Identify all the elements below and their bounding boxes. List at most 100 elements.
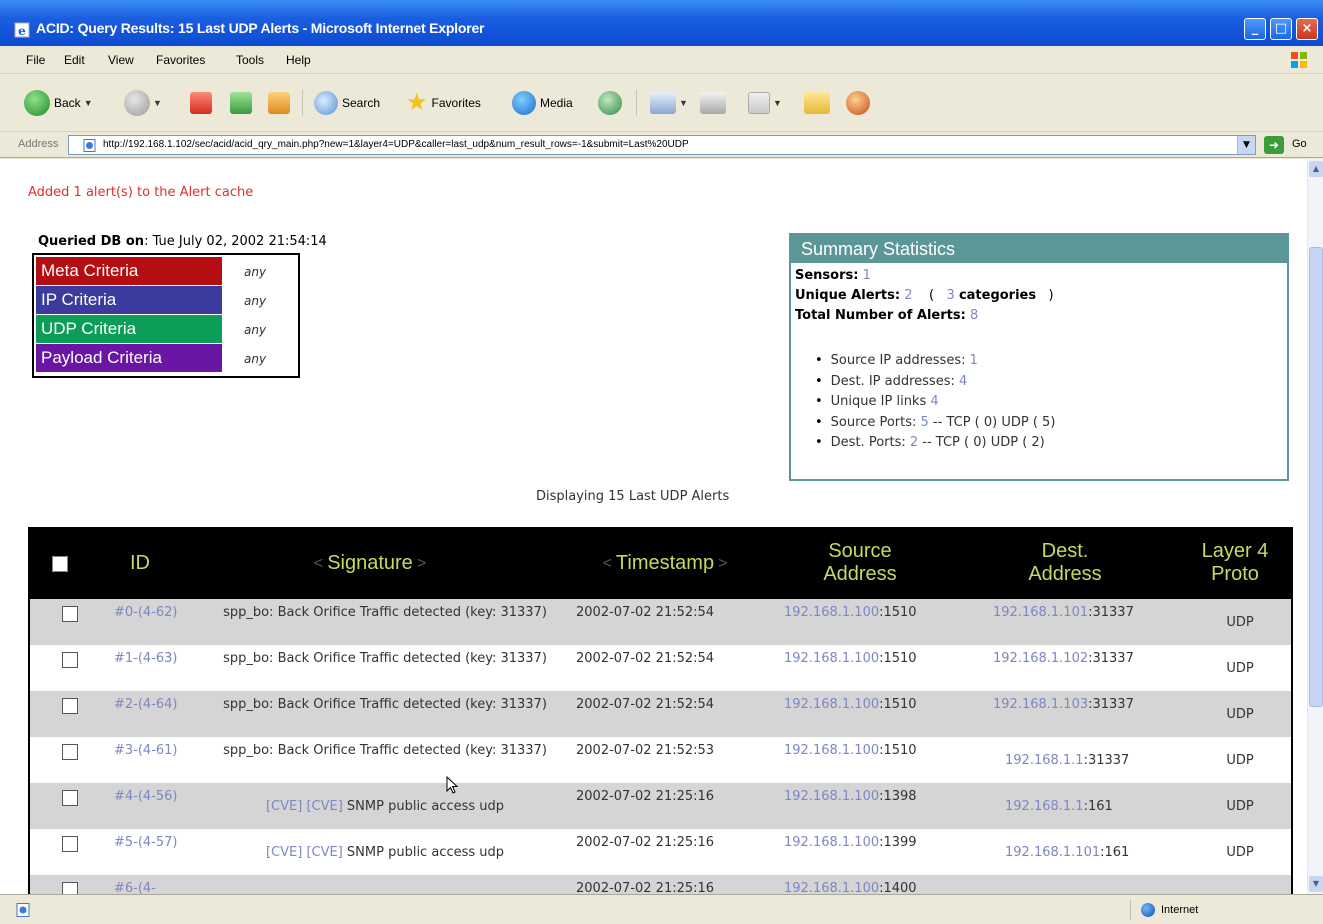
column-layer4-proto[interactable]: Layer 4 Proto [1190,527,1280,599]
alert-id-link[interactable]: #2-(4-64) [114,695,184,715]
vertical-scrollbar[interactable]: ▲ ▼ [1307,159,1323,894]
home-button[interactable] [268,88,290,118]
mail-button[interactable]: ▼ [650,88,688,118]
menu-view[interactable]: View [108,53,134,67]
categories-link[interactable]: 3 [947,288,955,303]
source-ip-link[interactable]: 192.168.1.100 [784,605,879,620]
source-port: :1398 [879,789,917,804]
go-button[interactable]: Go [1292,138,1307,150]
list-item: Source IP addresses: 1 [815,353,1055,374]
menu-help[interactable]: Help [286,53,311,67]
go-arrow-icon[interactable]: ➜ [1264,136,1284,154]
column-signature[interactable]: < Signature > [280,527,460,599]
forward-button[interactable]: ▼ [124,88,162,118]
chevron-down-icon: ▼ [153,98,162,108]
dest-ports-link[interactable]: 2 [910,435,918,450]
dest-address-cell: 192.168.1.102:31337 [993,649,1134,669]
source-port: :1510 [879,651,917,666]
cve-link[interactable]: [CVE] [CVE] [266,799,343,814]
source-ip-link[interactable]: 192.168.1.100 [784,697,879,712]
back-button[interactable]: Back ▼ [24,88,93,118]
favorites-button[interactable]: ★ Favorites [406,88,481,118]
address-input[interactable]: http://192.168.1.102/sec/acid/acid_qry_m… [68,135,1256,155]
media-button[interactable]: Media [512,88,573,118]
row-checkbox[interactable] [62,652,78,668]
security-zone: Internet [1130,900,1320,920]
svg-text:e: e [18,24,26,38]
menu-edit[interactable]: Edit [64,53,85,67]
udp-criteria-label[interactable]: UDP Criteria [36,315,222,343]
source-ip-link[interactable]: 192.168.1.100 [784,835,879,850]
alert-id-link[interactable]: #1-(4-63) [114,649,184,669]
stop-button[interactable] [190,88,212,118]
proto-cell: UDP [1226,753,1254,768]
menu-file[interactable]: File [26,53,45,67]
row-checkbox[interactable] [62,698,78,714]
alert-id-link[interactable]: #0-(4-62) [114,603,184,623]
scroll-up-icon[interactable]: ▲ [1309,161,1323,177]
cve-link[interactable]: [CVE] [CVE] [266,845,343,860]
sort-desc-icon[interactable]: > [417,552,426,575]
sensors-link[interactable]: 1 [863,268,871,283]
table-row: #5-(4-57) [CVE] [CVE] SNMP public access … [30,829,1291,875]
column-source-address[interactable]: Source Address [800,527,920,599]
row-checkbox[interactable] [62,790,78,806]
row-checkbox[interactable] [62,882,78,894]
alert-id-link[interactable]: #5-(4-57) [114,833,184,853]
dest-address-cell: 192.168.1.101:31337 [993,603,1134,623]
table-row: #1-(4-63) spp_bo: Back Orifice Traffic de… [30,645,1291,691]
scroll-down-icon[interactable]: ▼ [1309,876,1323,892]
timestamp-cell: 2002-07-02 21:25:16 [576,881,715,894]
source-ip-link[interactable]: 192.168.1.100 [784,881,879,894]
refresh-button[interactable] [230,88,252,118]
row-checkbox[interactable] [62,836,78,852]
ip-links-link[interactable]: 4 [930,394,938,409]
scrollbar-thumb[interactable] [1309,247,1323,707]
search-button[interactable]: Search [314,88,380,118]
edit-button[interactable]: ▼ [748,88,782,118]
meta-criteria-label[interactable]: Meta Criteria [36,257,222,285]
menu-favorites[interactable]: Favorites [156,53,205,67]
sort-desc-icon[interactable]: > [718,552,727,575]
column-timestamp[interactable]: < Timestamp > [565,527,765,599]
minimize-button[interactable]: _ [1244,18,1266,40]
folder-button[interactable] [804,88,830,118]
row-checkbox[interactable] [62,744,78,760]
timestamp-cell: 2002-07-02 21:25:16 [576,789,715,804]
source-ports-link[interactable]: 5 [921,415,929,430]
dest-ip-link[interactable]: 192.168.1.103 [993,697,1088,712]
source-ip-link[interactable]: 1 [970,353,978,368]
dest-ip-link[interactable]: 192.168.1.101 [993,605,1088,620]
dest-ip-link[interactable]: 192.168.1.102 [993,651,1088,666]
ip-criteria-label[interactable]: IP Criteria [36,286,222,314]
column-id[interactable]: ID [110,527,170,599]
unique-alerts-link[interactable]: 2 [904,288,912,303]
history-button[interactable] [598,88,622,118]
alert-id-link[interactable]: #3-(4-61) [114,741,184,761]
dest-ip-link[interactable]: 4 [959,374,967,389]
payload-criteria-label[interactable]: Payload Criteria [36,344,222,372]
address-dropdown-icon[interactable]: ▼ [1237,136,1255,154]
menu-tools[interactable]: Tools [236,53,264,67]
messenger-button[interactable] [846,88,870,118]
source-address-cell: 192.168.1.100:1510 [784,695,917,715]
timestamp-cell: 2002-07-02 21:52:54 [576,605,715,620]
source-ip-link[interactable]: 192.168.1.100 [784,651,879,666]
sort-asc-icon[interactable]: < [314,552,323,575]
column-dest-address[interactable]: Dest. Address [1010,527,1120,599]
sort-asc-icon[interactable]: < [603,552,612,575]
row-checkbox[interactable] [62,606,78,622]
select-all-checkbox[interactable] [52,556,68,572]
total-alerts-link[interactable]: 8 [970,308,978,323]
source-ip-link[interactable]: 192.168.1.100 [784,789,879,804]
alert-id-link[interactable]: #4-(4-56) [114,787,184,807]
dest-ip-link[interactable]: 192.168.1.101 [1005,845,1100,860]
dest-ip-link[interactable]: 192.168.1.1 [1005,799,1084,814]
dest-ip-link[interactable]: 192.168.1.1 [1005,753,1084,768]
maximize-button[interactable]: □ [1270,18,1292,40]
source-ip-link[interactable]: 192.168.1.100 [784,743,879,758]
print-button[interactable] [700,88,726,118]
alert-id-link[interactable]: #6-(4- [114,879,184,894]
close-button[interactable]: × [1296,18,1318,40]
refresh-icon [230,92,252,114]
